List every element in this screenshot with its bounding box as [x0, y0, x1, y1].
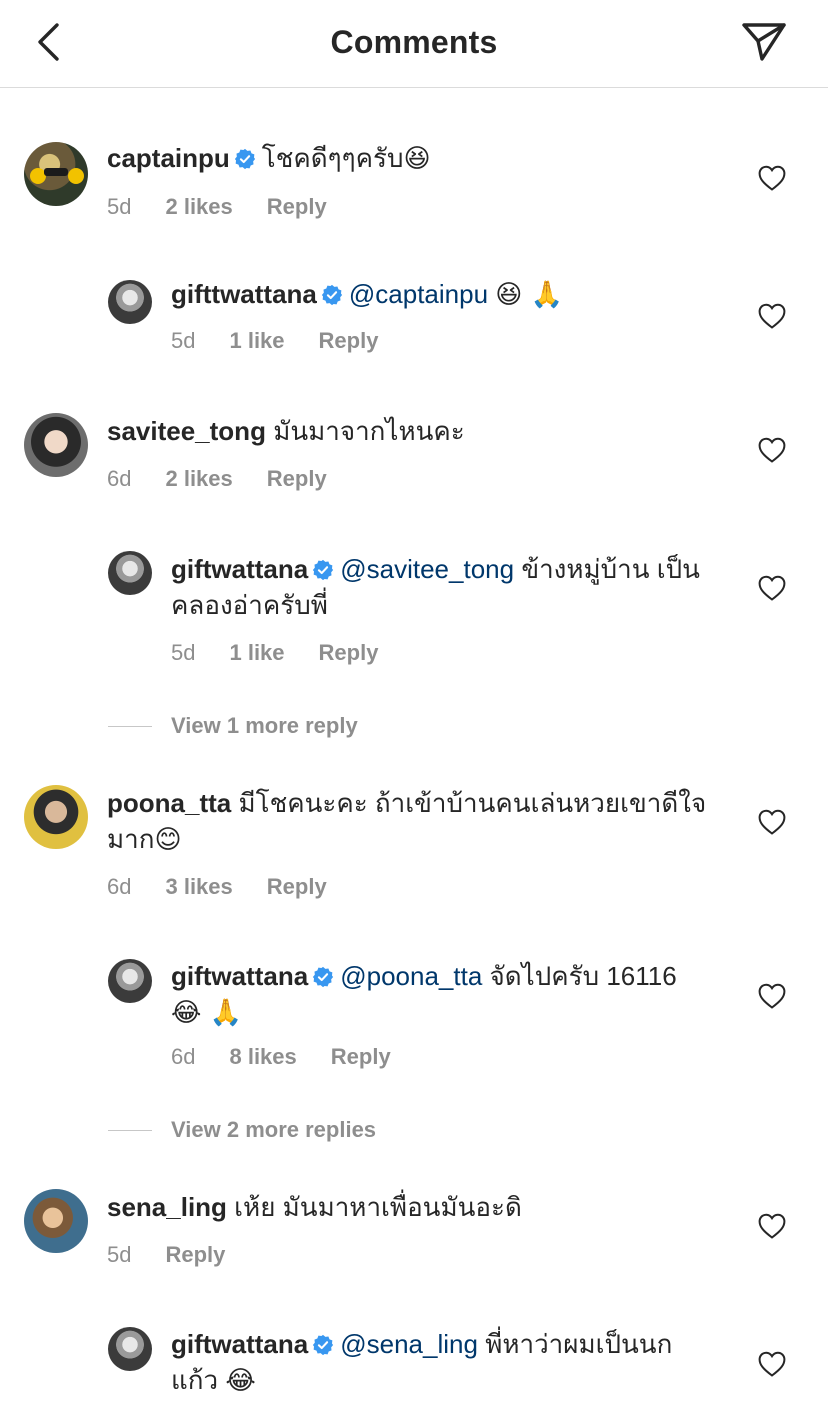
heart-icon[interactable]	[758, 1351, 786, 1377]
timestamp: 5d	[107, 1242, 132, 1267]
likes-count[interactable]: 8 likes	[229, 1044, 296, 1069]
likes-count[interactable]: 1 like	[229, 328, 284, 353]
comment-meta: 5d 1 like Reply	[171, 640, 378, 666]
view-more-label: View 2 more replies	[171, 1117, 377, 1142]
username[interactable]: captainpu	[107, 143, 230, 173]
heart-icon[interactable]	[758, 165, 786, 191]
heart-icon[interactable]	[758, 1213, 786, 1239]
likes-count[interactable]: 2 likes	[165, 194, 232, 219]
paper-plane-icon	[742, 23, 786, 61]
comment-text: captainpu โชคดีๆๆครับ😆	[107, 140, 707, 177]
timestamp: 6d	[107, 466, 132, 491]
verified-badge-icon	[313, 966, 334, 988]
reply-button[interactable]: Reply	[319, 328, 379, 353]
mention-link[interactable]: @sena_ling	[340, 1329, 478, 1359]
comment-text: poona_tta มีโชคนะคะ ถ้าเข้าบ้านคนเล่นหวย…	[107, 785, 707, 858]
heart-icon[interactable]	[758, 575, 786, 601]
timestamp: 5d	[171, 640, 196, 665]
emoji: 😊	[154, 825, 182, 855]
avatar[interactable]	[108, 959, 152, 1003]
username[interactable]: giftwattana	[171, 554, 308, 584]
timestamp: 6d	[171, 1044, 196, 1069]
username[interactable]: gifttwattana	[171, 279, 317, 309]
timestamp: 6d	[107, 874, 132, 899]
comment-meta: 6d 2 likes Reply	[107, 466, 327, 492]
comment-meta: 5d Reply	[107, 1242, 225, 1268]
verified-badge-icon	[313, 1334, 334, 1356]
view-more-replies-button[interactable]: View 1 more reply	[108, 711, 358, 741]
avatar[interactable]	[108, 280, 152, 324]
avatar[interactable]	[24, 413, 88, 477]
page-title: Comments	[330, 24, 498, 60]
view-more-replies-button[interactable]: View 2 more replies	[108, 1115, 376, 1145]
emoji: 😂 🙏	[171, 998, 243, 1028]
heart-icon[interactable]	[758, 437, 786, 463]
heart-icon[interactable]	[758, 983, 786, 1009]
reply-button[interactable]: Reply	[331, 1044, 391, 1069]
emoji: 😆 🙏	[495, 280, 564, 310]
comment-text: giftwattana @poona_tta จัดไปครับ 16116 😂 …	[171, 958, 711, 1031]
heart-icon[interactable]	[758, 809, 786, 835]
view-more-label: View 1 more reply	[171, 713, 358, 738]
avatar[interactable]	[108, 551, 152, 595]
comment-meta: 5d 1 like Reply	[171, 328, 378, 354]
comment-text: gifttwattana @captainpu 😆 🙏	[171, 276, 711, 313]
mention-link[interactable]: @poona_tta	[340, 961, 482, 991]
divider	[108, 1129, 152, 1131]
username[interactable]: sena_ling	[107, 1192, 227, 1222]
verified-badge-icon	[313, 559, 334, 581]
username[interactable]: giftwattana	[171, 961, 308, 991]
verified-badge-icon	[234, 148, 255, 170]
reply-button[interactable]: Reply	[267, 194, 327, 219]
avatar[interactable]	[24, 1189, 88, 1253]
emoji: 😆	[403, 144, 431, 174]
emoji: 😂	[225, 1366, 256, 1396]
comment-meta: 6d 3 likes Reply	[107, 874, 327, 900]
comment-meta: 5d 2 likes Reply	[107, 194, 327, 220]
heart-icon[interactable]	[758, 303, 786, 329]
top-bar: Comments	[0, 0, 828, 88]
comment-text: savitee_tong มันมาจากไหนคะ	[107, 413, 707, 449]
divider	[108, 725, 152, 727]
likes-count[interactable]: 3 likes	[165, 874, 232, 899]
comment-text: giftwattana @savitee_tong ข้างหมู่บ้าน เป…	[171, 551, 711, 623]
username[interactable]: savitee_tong	[107, 416, 266, 446]
comment-body: โชคดีๆๆครับ	[261, 143, 404, 173]
likes-count[interactable]: 2 likes	[165, 466, 232, 491]
comment-text: giftwattana @sena_ling พี่หาว่าผมเป็นนกแก…	[171, 1326, 711, 1399]
comment-body: จัดไปครับ 16116	[489, 961, 677, 991]
reply-button[interactable]: Reply	[165, 1242, 225, 1267]
likes-count[interactable]: 1 like	[229, 640, 284, 665]
timestamp: 5d	[107, 194, 132, 219]
avatar[interactable]	[108, 1327, 152, 1371]
comment-text: sena_ling เห้ย มันมาหาเพื่อนมันอะดิ	[107, 1189, 707, 1225]
mention-link[interactable]: @captainpu	[349, 279, 488, 309]
comment-meta: 6d 8 likes Reply	[171, 1044, 391, 1070]
username[interactable]: giftwattana	[171, 1329, 308, 1359]
reply-button[interactable]: Reply	[267, 874, 327, 899]
share-button[interactable]	[738, 18, 790, 66]
avatar[interactable]	[24, 785, 88, 849]
verified-badge-icon	[321, 284, 342, 306]
comment-body: มันมาจากไหนคะ	[273, 416, 465, 446]
comment-body: เห้ย มันมาหาเพื่อนมันอะดิ	[234, 1192, 522, 1222]
reply-button[interactable]: Reply	[319, 640, 379, 665]
avatar[interactable]	[24, 142, 88, 206]
reply-button[interactable]: Reply	[267, 466, 327, 491]
mention-link[interactable]: @savitee_tong	[340, 554, 514, 584]
username[interactable]: poona_tta	[107, 788, 231, 818]
timestamp: 5d	[171, 328, 196, 353]
